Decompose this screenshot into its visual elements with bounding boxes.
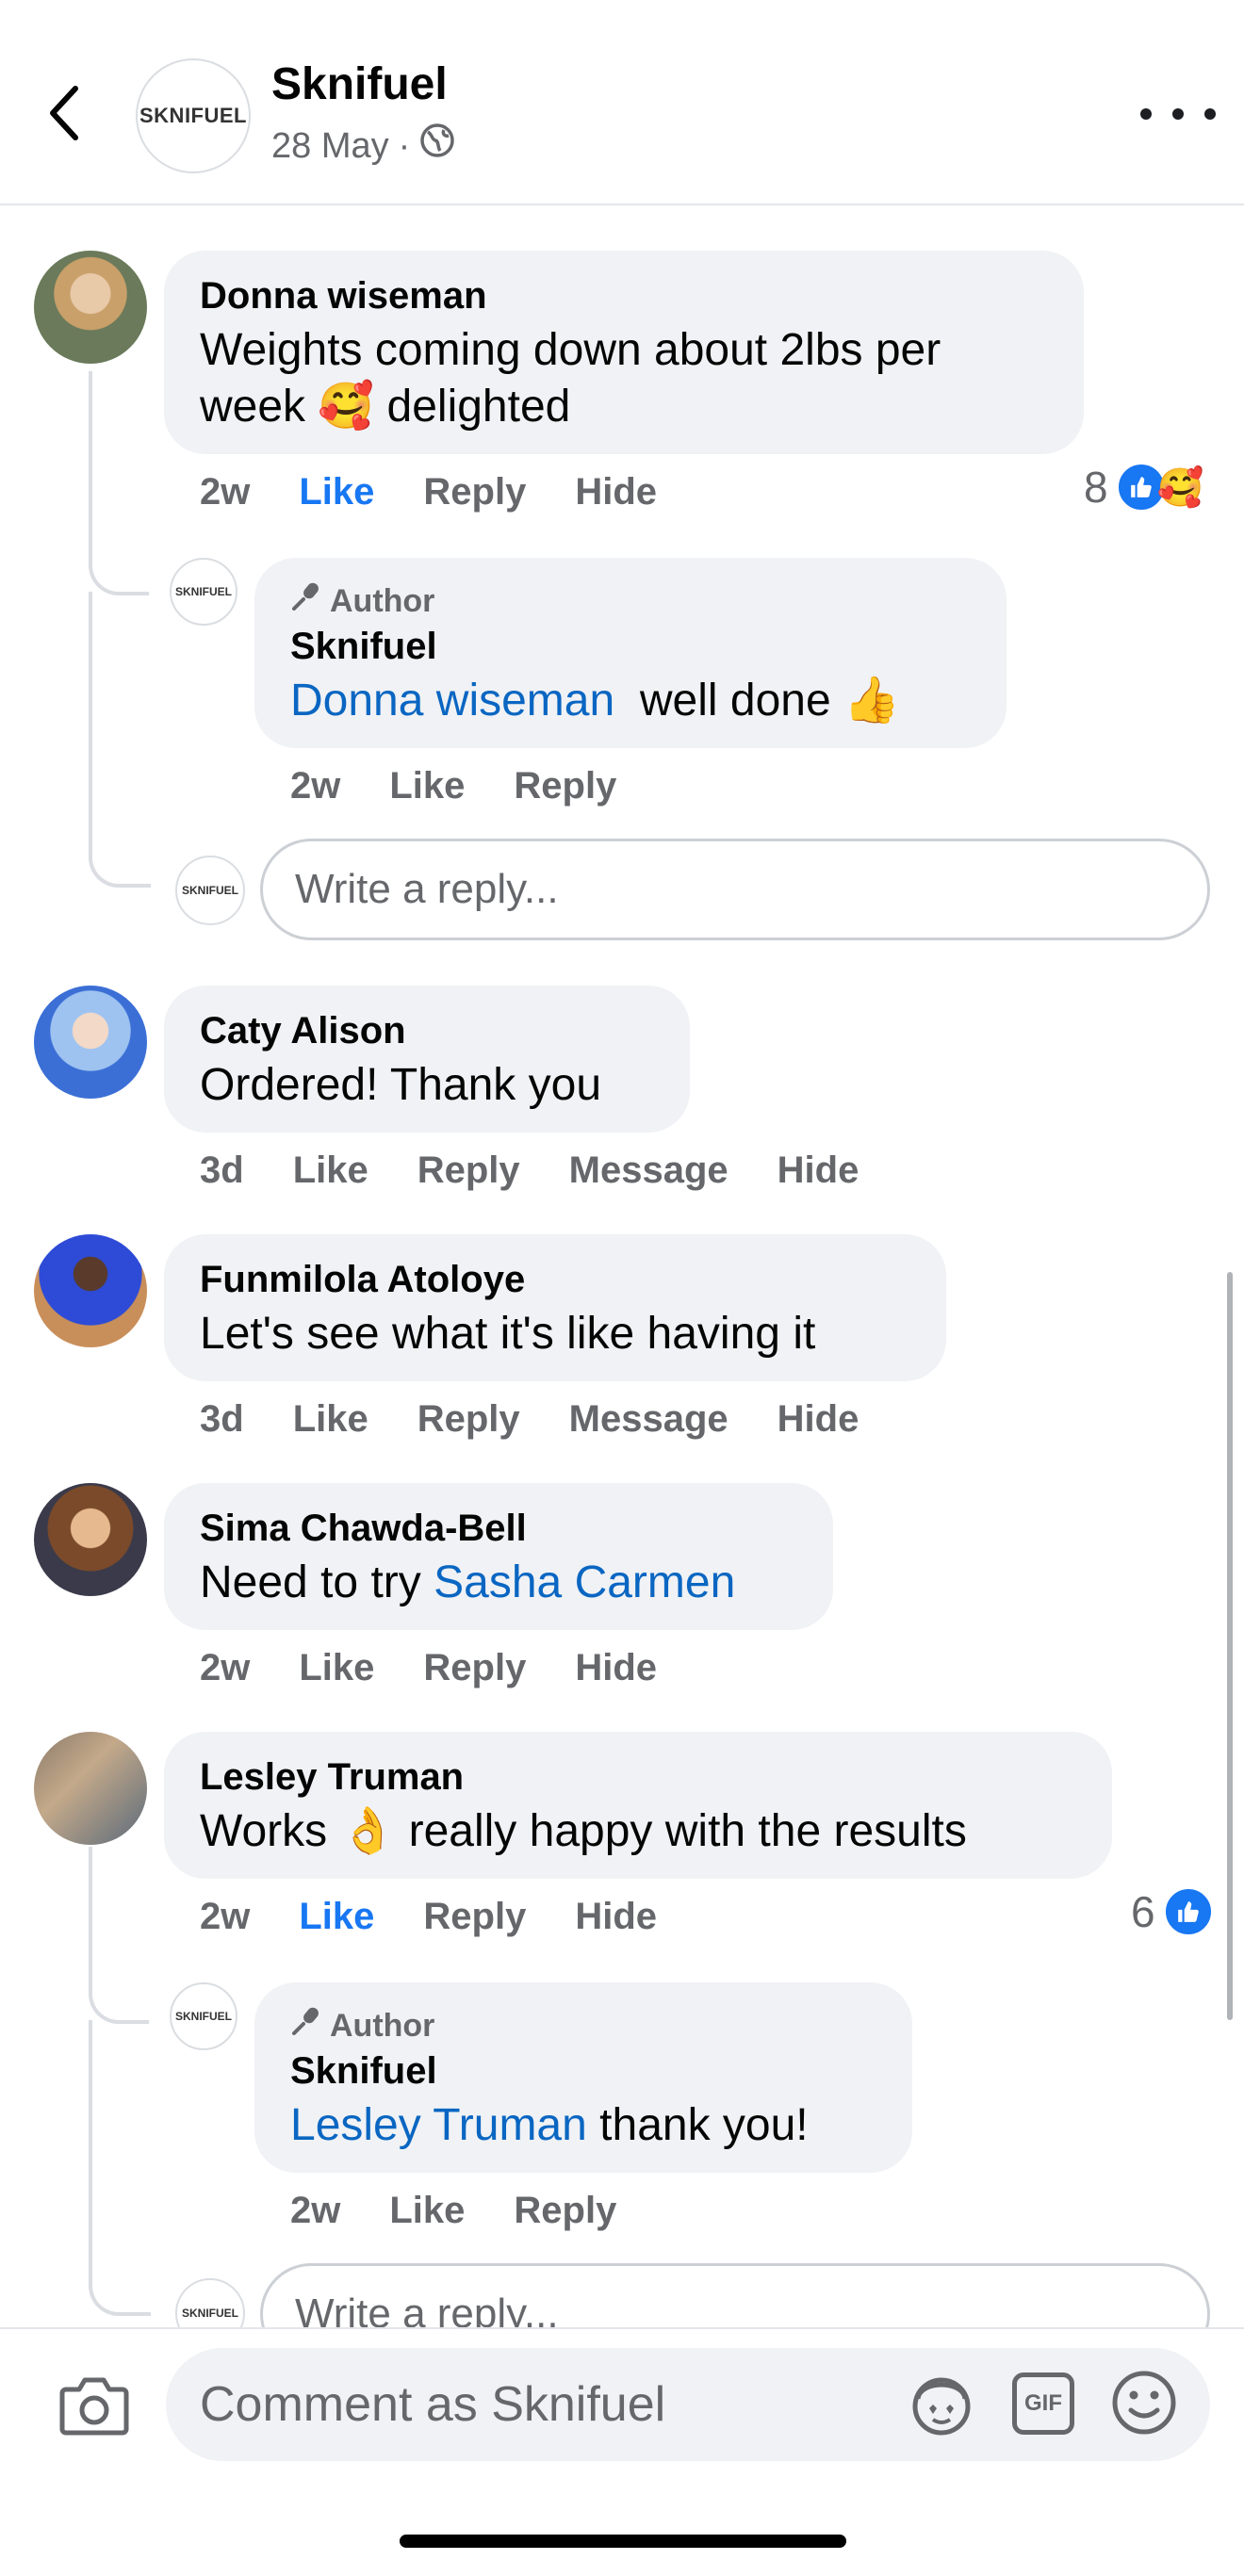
reply-text: Lesley Truman thank you!: [290, 2100, 809, 2150]
comment-text: Need to try Sasha Carmen: [200, 1557, 736, 1607]
comment-author[interactable]: Caty Alison: [200, 1008, 406, 1053]
page-avatar[interactable]: SKNIFUEL: [170, 558, 237, 626]
reply-author[interactable]: Sknifuel: [290, 2048, 437, 2094]
comment-actions: 3d Like Reply Message Hide: [200, 1396, 859, 1442]
thread-connector: [89, 539, 149, 595]
comment-actions: 2w Like Reply Hide: [200, 1645, 657, 1690]
gif-icon[interactable]: GIF: [1012, 2372, 1074, 2435]
comment-text: Ordered! Thank you: [200, 1060, 602, 1110]
reply-button[interactable]: Reply: [514, 763, 616, 808]
reaction-summary[interactable]: 6: [1131, 1886, 1214, 1937]
reply-button[interactable]: Reply: [417, 1396, 520, 1442]
comment-actions: 2w Like Reply Hide: [200, 469, 657, 514]
hide-button[interactable]: Hide: [778, 1396, 859, 1442]
comment-time: 3d: [200, 1398, 244, 1440]
author-badge: Author: [290, 580, 434, 621]
camera-icon[interactable]: [58, 2372, 130, 2437]
avatar[interactable]: [34, 986, 147, 1099]
care-reaction-icon: 🥰: [1156, 466, 1204, 509]
reaction-count: 6: [1131, 1887, 1155, 1936]
thread-connector: [89, 829, 151, 888]
mention-link[interactable]: Lesley Truman: [290, 2100, 587, 2150]
more-options-icon[interactable]: [1140, 92, 1216, 136]
like-button[interactable]: Like: [299, 1894, 374, 1939]
thumbs-up-reaction-icon: [1162, 1886, 1214, 1937]
comment-actions: 3d Like Reply Message Hide: [200, 1148, 859, 1193]
microphone-icon: [290, 580, 322, 621]
reply-time: 2w: [290, 2190, 341, 2231]
reply-button[interactable]: Reply: [423, 469, 526, 514]
like-button[interactable]: Like: [389, 2188, 465, 2233]
post-meta: 28 May ·: [271, 122, 455, 169]
ok-hand-emoji: 👌: [339, 1806, 397, 1856]
hide-button[interactable]: Hide: [575, 1645, 657, 1690]
microphone-icon: [290, 2005, 322, 2046]
mention-link[interactable]: Sasha Carmen: [434, 1557, 735, 1607]
thread-line: [89, 2020, 92, 2274]
comment-time: 2w: [200, 1896, 251, 1937]
like-button[interactable]: Like: [389, 763, 465, 808]
thumbs-up-emoji: 👍: [843, 676, 900, 726]
home-indicator: [400, 2535, 846, 2548]
reply-button[interactable]: Reply: [423, 1894, 526, 1939]
reply-button[interactable]: Reply: [514, 2188, 616, 2233]
comment-author[interactable]: Funmilola Atoloye: [200, 1257, 525, 1302]
emoji-icon[interactable]: [1110, 2369, 1178, 2437]
comment-author[interactable]: Sima Chawda-Bell: [200, 1506, 527, 1551]
comment-time: 2w: [200, 1647, 251, 1688]
thread-line: [89, 592, 92, 846]
scrollbar[interactable]: [1227, 1272, 1233, 2020]
reply-button[interactable]: Reply: [417, 1148, 520, 1193]
comment-text: Weights coming down about 2lbs per: [200, 325, 941, 375]
globe-icon: [419, 122, 455, 169]
comment-author[interactable]: Donna wiseman: [200, 273, 487, 318]
reaction-count: 8: [1084, 463, 1108, 512]
smiling-hearts-emoji: 🥰: [318, 382, 375, 432]
meta-separator: ·: [398, 125, 411, 166]
reply-actions: 2w Like Reply: [290, 2188, 616, 2233]
page-avatar-logo-text: SKNIFUEL: [139, 104, 247, 127]
comment-text: Works 👌 really happy with the results: [200, 1806, 967, 1856]
thread-connector: [89, 1915, 149, 2024]
avatar[interactable]: [34, 1732, 147, 1845]
reaction-summary[interactable]: 8 🥰: [1084, 462, 1203, 513]
avatar[interactable]: [34, 1234, 147, 1347]
reply-author[interactable]: Sknifuel: [290, 624, 437, 669]
back-icon[interactable]: [38, 79, 90, 147]
comment-input-placeholder: Comment as Sknifuel: [200, 2377, 666, 2432]
hide-button[interactable]: Hide: [575, 1894, 657, 1939]
reply-time: 2w: [290, 765, 341, 807]
hide-button[interactable]: Hide: [575, 469, 657, 514]
post-date[interactable]: 28 May: [271, 124, 389, 168]
like-button[interactable]: Like: [299, 469, 374, 514]
comment-text: Let's see what it's like having it: [200, 1309, 816, 1359]
comment-time: 3d: [200, 1149, 244, 1191]
author-badge: Author: [290, 2005, 434, 2046]
reply-input[interactable]: Write a reply...: [260, 839, 1210, 940]
comment-actions: 2w Like Reply Hide: [200, 1894, 657, 1939]
mention-link[interactable]: Donna wiseman: [290, 676, 614, 726]
reply-text: Donna wiseman well done 👍: [290, 676, 900, 726]
comment-time: 2w: [200, 471, 251, 513]
thread-line: [89, 1847, 92, 1915]
thread-line: [89, 371, 92, 539]
like-button[interactable]: Like: [293, 1148, 368, 1193]
comment-author[interactable]: Lesley Truman: [200, 1754, 464, 1800]
comment-text: week 🥰 delighted: [200, 382, 571, 432]
message-button[interactable]: Message: [569, 1148, 728, 1193]
hide-button[interactable]: Hide: [778, 1148, 859, 1193]
avatar[interactable]: [34, 251, 147, 364]
page-avatar[interactable]: SKNIFUEL: [136, 58, 251, 173]
page-avatar: SKNIFUEL: [175, 856, 245, 925]
like-button[interactable]: Like: [293, 1396, 368, 1442]
page-avatar[interactable]: SKNIFUEL: [170, 1982, 237, 2050]
reply-button[interactable]: Reply: [423, 1645, 526, 1690]
avatar-sticker-icon[interactable]: [907, 2371, 976, 2438]
like-button[interactable]: Like: [299, 1645, 374, 1690]
page-title[interactable]: Sknifuel: [271, 58, 448, 111]
message-button[interactable]: Message: [569, 1396, 728, 1442]
avatar[interactable]: [34, 1483, 147, 1596]
reply-actions: 2w Like Reply: [290, 763, 616, 808]
thread-connector: [89, 2258, 151, 2316]
